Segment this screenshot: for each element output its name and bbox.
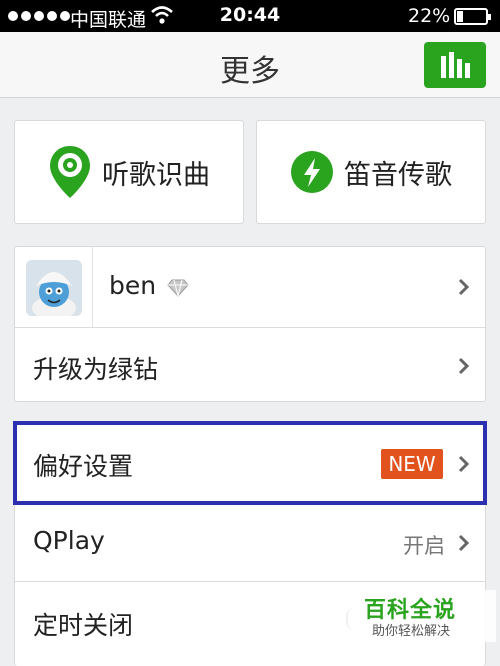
- chevron-right-icon: [458, 278, 470, 296]
- qplay-row[interactable]: QPlay 开启: [15, 503, 485, 581]
- bar-chart-icon: [441, 52, 470, 78]
- location-pin-icon: [50, 146, 90, 198]
- timer-label: 定时关闭: [33, 611, 134, 640]
- profile-row[interactable]: ben: [15, 247, 485, 327]
- qplay-status: 开启: [403, 534, 445, 558]
- new-badge: NEW: [381, 449, 443, 479]
- avatar: [26, 260, 82, 316]
- song-recognition-label: 听歌识曲: [102, 159, 210, 191]
- status-bar: 中国联通 20:44 22%: [0, 0, 500, 32]
- whistle-song-card[interactable]: 笛音传歌: [256, 120, 486, 224]
- diamond-icon: [167, 279, 189, 297]
- chevron-right-icon: [458, 534, 470, 552]
- upgrade-row[interactable]: 升级为绿钻: [15, 327, 485, 403]
- lightning-icon: [291, 151, 333, 193]
- chevron-right-icon: [458, 357, 470, 375]
- avatar-cell: [15, 247, 93, 327]
- preferences-row[interactable]: 偏好设置 NEW: [15, 425, 485, 503]
- chevron-right-icon: [458, 455, 470, 473]
- whistle-song-label: 笛音传歌: [344, 159, 452, 191]
- profile-group: ben 升级为绿钻: [14, 246, 486, 402]
- watermark-subtitle: 助你轻松解决: [372, 624, 451, 639]
- preferences-label: 偏好设置: [33, 452, 134, 481]
- battery-icon: [454, 8, 491, 25]
- navigation-bar: 更多: [0, 32, 500, 98]
- battery-percentage: 22%: [408, 5, 451, 27]
- qplay-label: QPlay: [33, 526, 105, 555]
- watermark: 百科全说 助你轻松解决: [346, 590, 496, 642]
- upgrade-label: 升级为绿钻: [33, 355, 159, 384]
- username: ben: [109, 271, 157, 300]
- chart-button[interactable]: [424, 42, 486, 88]
- song-recognition-card[interactable]: 听歌识曲: [14, 120, 244, 224]
